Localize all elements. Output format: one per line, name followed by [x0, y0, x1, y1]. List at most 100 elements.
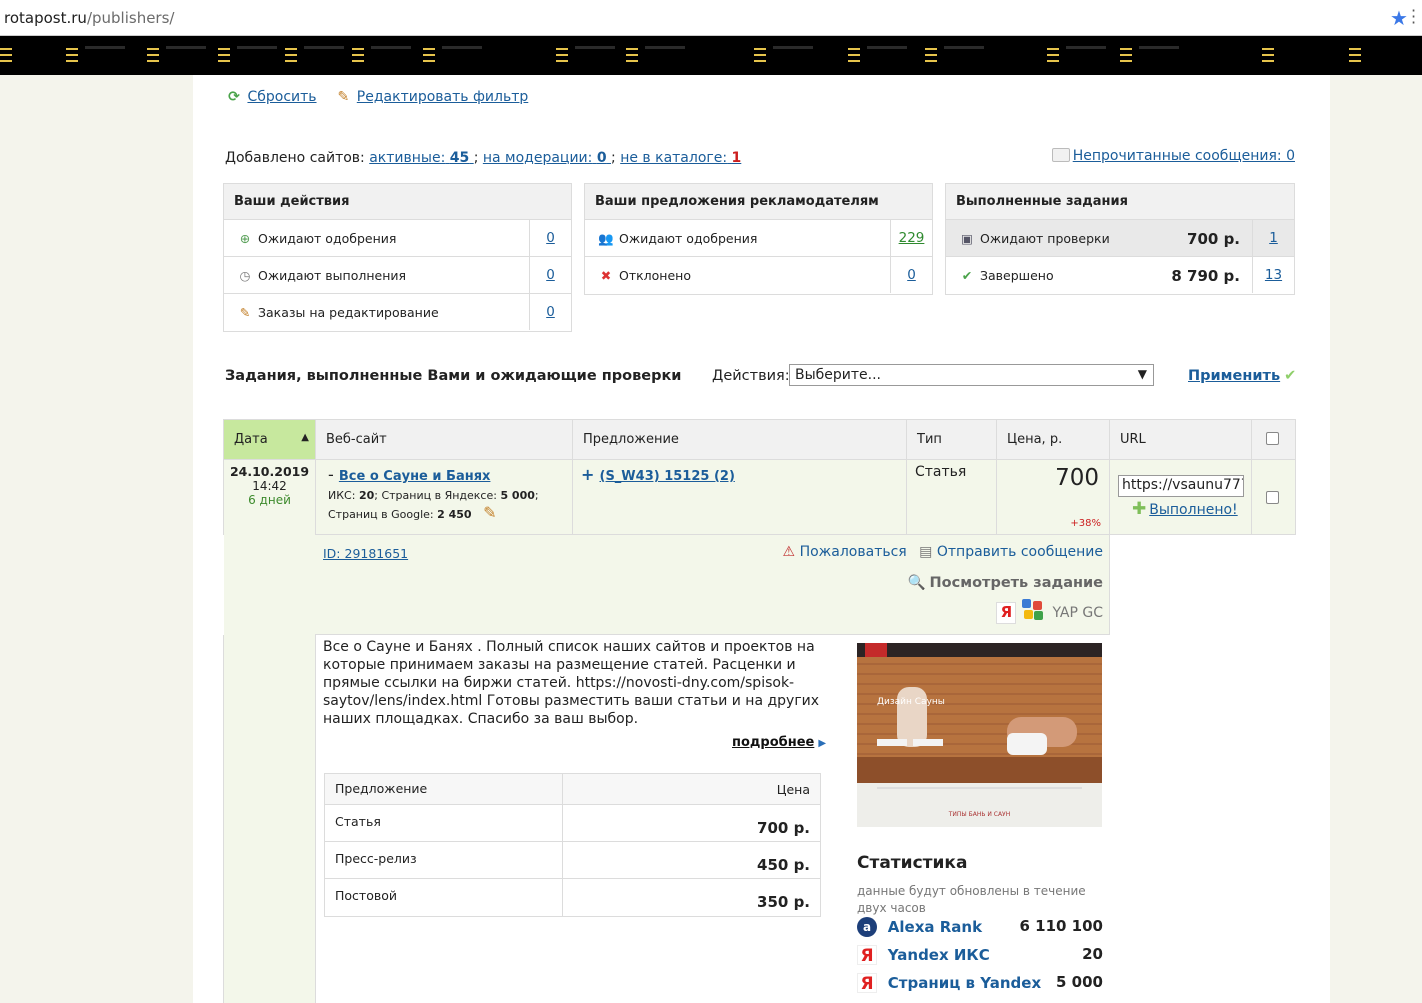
action-row: ✎ Заказы на редактирование 0 — [224, 294, 571, 331]
edit-filter-link[interactable]: Редактировать фильтр — [357, 89, 528, 105]
offers-table-row: Постовой 350 р. — [325, 879, 820, 916]
yandex-icon: Я — [857, 945, 877, 966]
bookmark-folder-icon[interactable] — [0, 48, 12, 62]
completed-row: ▣ Ожидают проверки 700 р. 1 — [946, 220, 1294, 257]
google-icon — [1022, 599, 1044, 621]
pencil-icon: ✎ — [337, 89, 350, 105]
row-select-cell — [1252, 460, 1296, 534]
edit-orders-count-link[interactable]: 0 — [546, 304, 555, 320]
more-link[interactable]: подробнее — [732, 735, 814, 750]
offer-cell: + (S_W43) 15125 (2) — [573, 460, 907, 534]
task-actions-row: ID: 29181651 ⚠ Пожаловаться ▤ Отправить … — [315, 535, 1110, 635]
users-icon: 👥 — [598, 231, 614, 246]
offers-rejected-count-link[interactable]: 0 — [907, 267, 916, 283]
bookmark-folder-icon[interactable] — [218, 48, 230, 62]
action-row: ◷ Ожидают выполнения 0 — [224, 257, 571, 294]
column-header-date[interactable]: Дата ▲ — [224, 420, 316, 459]
bookmark-folder-icon[interactable] — [1349, 48, 1361, 62]
offer-row: 👥 Ожидают одобрения 229 — [585, 220, 932, 257]
bookmark-folder-icon[interactable] — [1262, 48, 1274, 62]
offers-table-row: Пресс-релиз 450 р. — [325, 842, 820, 879]
bookmark-folder-icon[interactable] — [848, 48, 860, 62]
browser-menu-icon[interactable]: · · · — [1411, 3, 1416, 31]
view-task-link[interactable]: Посмотреть задание — [930, 575, 1103, 591]
unread-messages: Непрочитанные сообщения: 0 — [1051, 148, 1295, 164]
active-sites-link[interactable]: активные: 45 — [369, 150, 473, 166]
browser-url-bar[interactable]: rotapost.ru/publishers/ ★ · · · — [0, 0, 1422, 36]
action-row: ⊕ Ожидают одобрения 0 — [224, 220, 571, 257]
actions-select[interactable]: Выберите... ▼ — [789, 364, 1154, 386]
clock-icon: ◷ — [239, 268, 251, 283]
bookmark-folder-icon[interactable] — [285, 48, 297, 62]
row-checkbox[interactable] — [1266, 491, 1279, 504]
stat-yandex-iks: Я Yandex ИКС 20 — [857, 945, 1103, 969]
task-id-link[interactable]: ID: 29181651 — [323, 546, 408, 561]
completed-tasks-box: Выполненные задания ▣ Ожидают проверки 70… — [945, 183, 1295, 295]
select-all-cell — [1252, 420, 1296, 459]
yandex-icon: Я — [996, 602, 1017, 624]
offers-table-header: Предложение Цена — [325, 774, 820, 805]
price-cell: 700 +38% — [997, 460, 1110, 534]
date-column-extension — [223, 635, 316, 1003]
apply-link[interactable]: Применить — [1188, 368, 1280, 384]
bookmark-folder-icon[interactable] — [352, 48, 364, 62]
select-all-checkbox[interactable] — [1266, 432, 1279, 445]
bookmark-folder-icon[interactable] — [1047, 48, 1059, 62]
table-row: 24.10.2019 14:42 6 дней - Все о Сауне и … — [223, 460, 1296, 1003]
url-cell: https://vsaunu777.ru ✚Выполнено! — [1110, 460, 1252, 534]
bookmark-folder-icon[interactable] — [66, 48, 78, 62]
bookmark-star-icon[interactable]: ★ — [1390, 6, 1408, 30]
your-actions-box: Ваши действия ⊕ Ожидают одобрения 0 ◷ Ожид… — [223, 183, 572, 332]
bookmark-folder-icon[interactable] — [1120, 48, 1132, 62]
offers-table: Предложение Цена Статья 700 р. Пресс-рел… — [324, 773, 821, 917]
pencil-icon[interactable]: ✎ — [483, 503, 496, 522]
send-message-link[interactable]: Отправить сообщение — [937, 544, 1103, 560]
warning-icon: ⚠ — [782, 544, 796, 560]
column-header-type: Тип — [907, 420, 997, 459]
sort-asc-icon: ▲ — [301, 432, 309, 443]
url-input[interactable]: https://vsaunu777.ru — [1118, 475, 1244, 497]
reset-filter-link[interactable]: Сбросить — [247, 89, 316, 105]
actions-label: Действия: — [712, 368, 790, 384]
document-icon: ▤ — [919, 544, 933, 560]
column-header-price: Цена, р. — [997, 420, 1110, 459]
awaiting-execution-count-link[interactable]: 0 — [546, 267, 555, 283]
bookmark-folder-icon[interactable] — [626, 48, 638, 62]
column-header-offer: Предложение — [573, 420, 907, 459]
offers-awaiting-count-link[interactable]: 229 — [899, 230, 925, 246]
url-text[interactable]: rotapost.ru/publishers/ — [4, 9, 174, 27]
bookmark-folder-icon[interactable] — [147, 48, 159, 62]
bookmark-folder-icon[interactable] — [754, 48, 766, 62]
site-preview-image[interactable]: Дизайн Сауны ТИПЫ БАНЬ И САУН — [857, 643, 1102, 827]
site-name-link[interactable]: Все о Сауне и Банях — [339, 469, 491, 484]
statistics-title: Статистика — [857, 853, 968, 873]
added-sites-summary: Добавлено сайтов: активные: 45 ; на моде… — [225, 150, 742, 166]
awaiting-check-count-link[interactable]: 1 — [1269, 230, 1278, 246]
moderation-sites-link[interactable]: на модерации: 0 — [483, 150, 611, 166]
bookmark-folder-icon[interactable] — [423, 48, 435, 62]
offer-link[interactable]: (S_W43) 15125 (2) — [600, 469, 735, 484]
column-header-site: Веб-сайт — [316, 420, 573, 459]
bookmark-folder-icon[interactable] — [925, 48, 937, 62]
checkmark-icon: ✔ — [961, 268, 973, 283]
envelope-icon — [1051, 148, 1070, 162]
cross-icon: ✖ — [600, 268, 612, 283]
bookmarks-bar — [0, 36, 1422, 75]
box-title: Ваши действия — [224, 184, 571, 220]
plus-circle-icon: ⊕ — [239, 231, 251, 246]
type-cell: Статья — [907, 460, 997, 534]
stat-alexa: a Alexa Rank 6 110 100 — [857, 917, 1103, 941]
pencil-icon: ✎ — [239, 305, 251, 320]
box-title: Ваши предложения рекламодателям — [585, 184, 932, 220]
awaiting-approval-count-link[interactable]: 0 — [546, 230, 555, 246]
unread-messages-link[interactable]: Непрочитанные сообщения: 0 — [1073, 148, 1295, 164]
arrow-right-icon: ▶ — [818, 738, 827, 749]
not-in-catalog-link[interactable]: не в каталоге: 1 — [620, 150, 741, 166]
complain-link[interactable]: Пожаловаться — [800, 544, 907, 560]
your-offers-box: Ваши предложения рекламодателям 👥 Ожидают… — [584, 183, 933, 295]
completed-count-link[interactable]: 13 — [1265, 267, 1282, 283]
dropdown-arrow-icon: ▼ — [1137, 367, 1147, 381]
filter-links: ⟳ Сбросить ✎ Редактировать фильтр — [225, 89, 528, 105]
done-link[interactable]: Выполнено! — [1149, 502, 1237, 518]
bookmark-folder-icon[interactable] — [556, 48, 568, 62]
